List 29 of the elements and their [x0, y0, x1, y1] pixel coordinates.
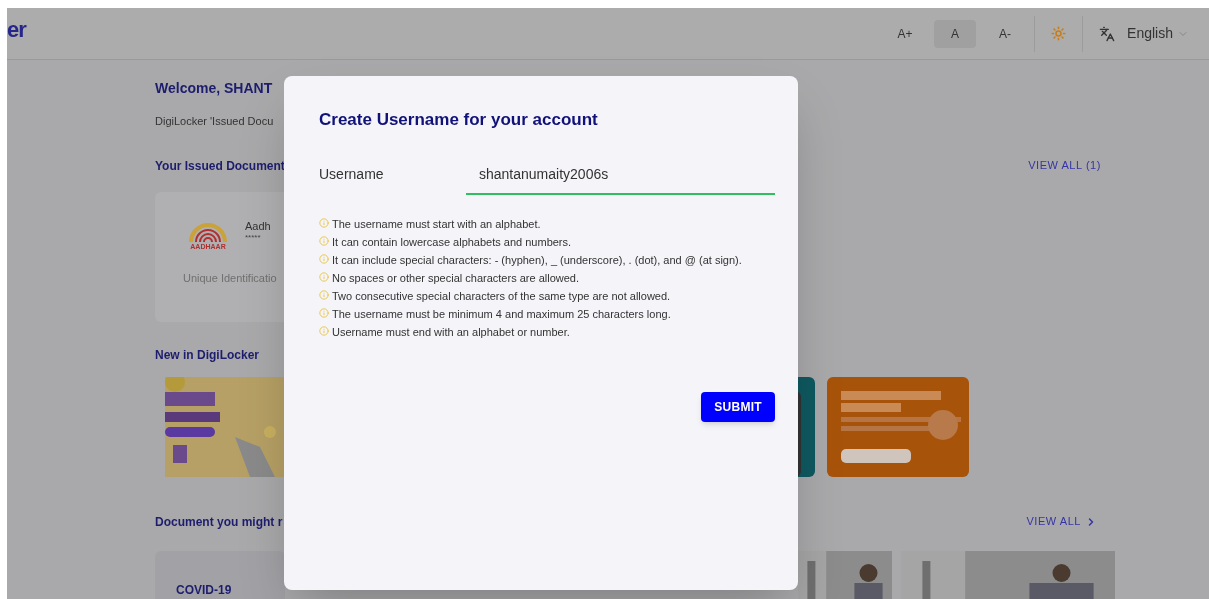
view-all-link[interactable]: VIEW ALL	[1026, 513, 1097, 530]
language-icon[interactable]	[1099, 25, 1116, 42]
info-icon	[319, 272, 329, 283]
section-heading: New in DigiLocker	[155, 346, 261, 364]
logo-text: er	[7, 16, 26, 44]
username-field[interactable]: shantanumaity2006s	[466, 157, 775, 195]
info-icon	[319, 254, 329, 265]
info-icon	[319, 236, 329, 247]
info-icon	[319, 326, 329, 337]
view-all-link[interactable]: VIEW ALL (1)	[1028, 157, 1101, 174]
font-size-button[interactable]: A-	[984, 19, 1027, 48]
info-icon	[319, 308, 329, 319]
document-caption: Unique Identificatio	[183, 271, 277, 286]
info-icon	[319, 218, 329, 229]
document-card[interactable]: COVID-19	[155, 550, 285, 599]
field-label: Username	[319, 164, 385, 184]
document-title: Aadh	[245, 218, 271, 234]
font-size-button[interactable]: A+	[884, 19, 927, 48]
language-dropdown[interactable]: English	[1127, 23, 1189, 44]
submit-button[interactable]: SUBMIT	[701, 391, 775, 422]
masked-number: *****	[245, 234, 262, 242]
info-icon	[319, 290, 329, 301]
intro-text: DigiLocker 'Issued Docu	[155, 114, 274, 129]
welcome-heading: Welcome, SHANT	[155, 79, 274, 98]
section-heading: Document you might r	[155, 513, 283, 531]
rule-text: Username must end with an alphabet or number.	[332, 325, 570, 338]
dialog-title: Create Username for your account	[319, 109, 599, 131]
section-heading: Your Issued Document	[155, 157, 285, 175]
font-size-button[interactable]: A	[934, 19, 977, 48]
